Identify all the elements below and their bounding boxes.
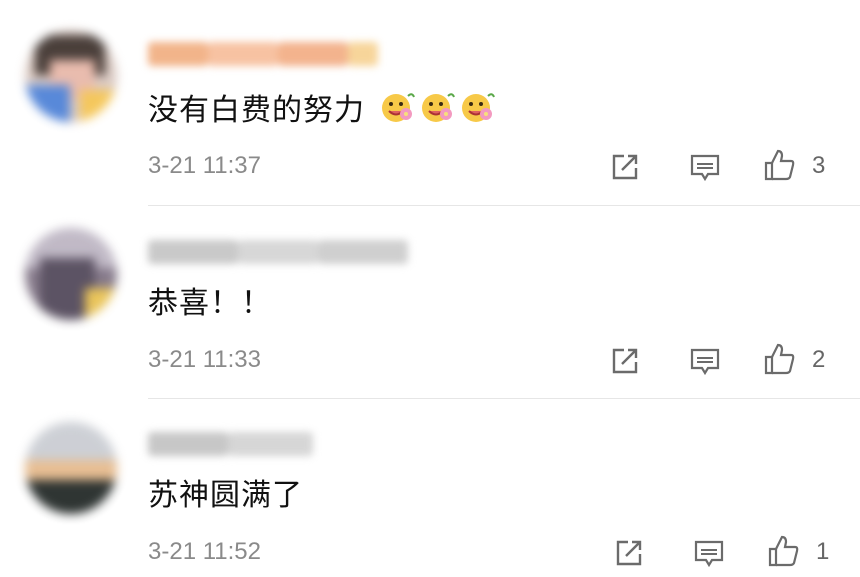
like-icon[interactable] [762,148,796,182]
avatar[interactable] [25,30,117,122]
comment-text-content: 没有白费的努力 [148,93,365,128]
avatar[interactable] [25,228,117,320]
flower-smile-emoji-icon [460,90,496,126]
flower-smile-emoji-icon [380,90,416,126]
like-icon[interactable] [766,534,800,568]
username-blurred[interactable] [148,38,378,70]
like-count: 1 [816,538,830,565]
comment-icon[interactable] [688,344,722,378]
comment-time: 3-21 11:52 [148,538,261,565]
repost-icon[interactable] [612,536,646,570]
like-count: 2 [812,346,826,373]
comment-item: 苏神圆满了 3-21 11:52 1 [0,398,860,577]
comment-icon[interactable] [692,536,726,570]
comment-text-content: 恭喜！！ [148,286,272,321]
comment-icon[interactable] [688,150,722,184]
repost-icon[interactable] [608,150,642,184]
username-blurred[interactable] [148,428,313,460]
comment-text: 没有白费的努力 [148,90,496,128]
like-icon[interactable] [762,342,796,376]
username-blurred[interactable] [148,236,408,268]
avatar[interactable] [25,422,117,514]
comment-text: 恭喜！！ [148,287,272,321]
like-count: 3 [812,152,826,179]
comment-item: 没有白费的努力 3-21 11:37 3 [0,0,860,206]
repost-icon[interactable] [608,344,642,378]
flower-smile-emoji-icon [420,90,456,126]
comment-item: 恭喜！！ 3-21 11:33 2 [0,200,860,400]
comment-time: 3-21 11:37 [148,152,261,179]
comment-text-content: 苏神圆满了 [148,478,303,513]
comment-text: 苏神圆满了 [148,479,303,513]
comment-time: 3-21 11:33 [148,346,261,373]
